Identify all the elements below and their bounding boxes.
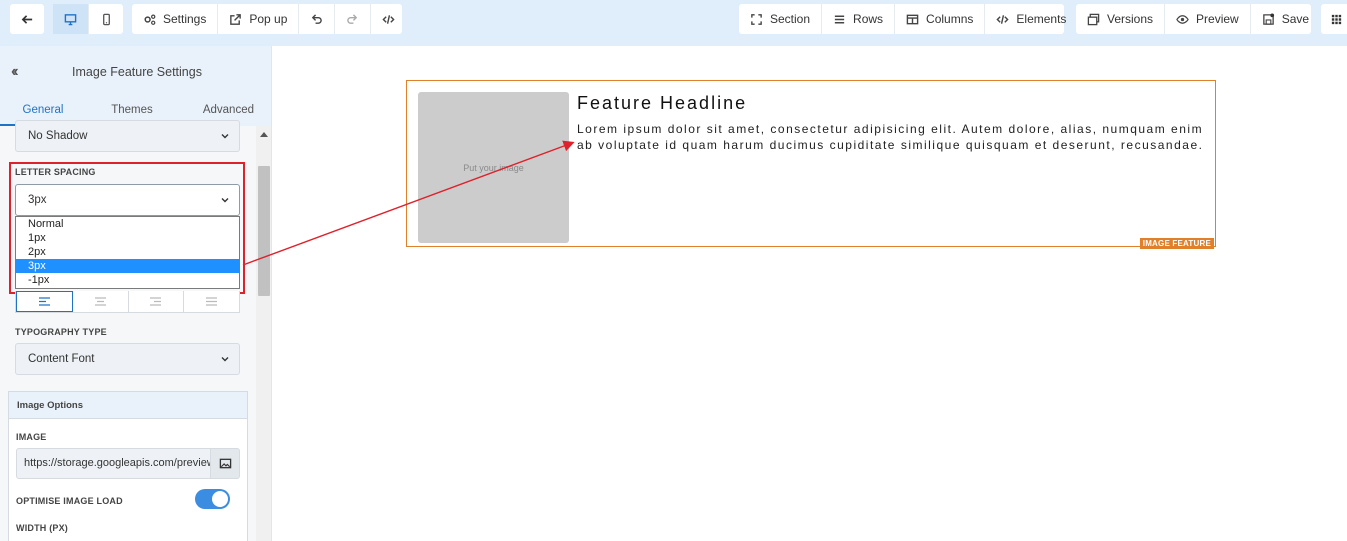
columns-button[interactable]: Columns bbox=[895, 4, 986, 34]
align-justify-icon bbox=[206, 297, 218, 306]
optimise-image-toggle[interactable] bbox=[195, 489, 230, 509]
panel-scrollbar[interactable] bbox=[256, 126, 271, 541]
redo-icon bbox=[347, 13, 358, 24]
code-icon bbox=[996, 14, 1009, 24]
code-button[interactable] bbox=[371, 4, 406, 34]
element-type-tag: IMAGE FEATURE bbox=[1139, 238, 1214, 249]
popup-button[interactable]: Pop up bbox=[218, 4, 300, 34]
back-group bbox=[10, 4, 44, 34]
chevron-down-icon bbox=[221, 134, 229, 139]
letter-spacing-highlight bbox=[9, 162, 245, 294]
back-button[interactable] bbox=[10, 4, 44, 34]
align-right-button[interactable] bbox=[129, 291, 185, 312]
image-placeholder[interactable]: Put your image bbox=[418, 92, 569, 243]
columns-icon bbox=[906, 14, 919, 24]
image-icon bbox=[219, 458, 231, 469]
device-group bbox=[53, 4, 123, 34]
save-icon bbox=[1262, 12, 1274, 25]
phone-icon bbox=[102, 13, 110, 25]
undo-button[interactable] bbox=[299, 4, 336, 34]
gears-icon bbox=[144, 14, 156, 25]
save-button[interactable]: Save bbox=[1251, 4, 1320, 34]
external-link-icon bbox=[230, 13, 242, 25]
apps-button[interactable] bbox=[1321, 4, 1347, 34]
settings-label: Settings bbox=[163, 12, 207, 26]
align-center-icon bbox=[94, 297, 106, 306]
image-label: IMAGE bbox=[16, 432, 47, 442]
typography-type-value: Content Font bbox=[28, 353, 95, 365]
settings-button[interactable]: Settings bbox=[132, 4, 219, 34]
align-left-icon bbox=[38, 297, 50, 306]
apps-group bbox=[1321, 4, 1347, 34]
chevron-down-icon bbox=[221, 357, 229, 362]
arrow-left-icon bbox=[21, 14, 32, 24]
rows-label: Rows bbox=[853, 12, 884, 26]
versions-icon bbox=[1087, 13, 1100, 25]
expand-icon bbox=[751, 13, 762, 25]
versions-button[interactable]: Versions bbox=[1076, 4, 1166, 34]
width-label: WIDTH (PX) bbox=[16, 523, 68, 533]
typography-type-label: TYPOGRAPHY TYPE bbox=[15, 327, 107, 337]
image-url-input[interactable]: https://storage.googleapis.com/preview bbox=[16, 448, 211, 479]
shadow-select-value: No Shadow bbox=[28, 130, 88, 142]
image-picker-button[interactable] bbox=[211, 448, 240, 479]
typography-type-select[interactable]: Content Font bbox=[15, 343, 240, 375]
top-toolbar: Settings Pop up Section Rows Columns Ele… bbox=[0, 0, 1347, 46]
text-align-group bbox=[15, 291, 240, 313]
preview-button[interactable]: Preview bbox=[1165, 4, 1251, 34]
align-justify-button[interactable] bbox=[184, 291, 239, 312]
feature-body-text[interactable]: Lorem ipsum dolor sit amet, consectetur … bbox=[577, 122, 1209, 153]
scroll-up-arrow-icon[interactable] bbox=[260, 132, 268, 137]
versions-label: Versions bbox=[1107, 12, 1154, 26]
align-center-button[interactable] bbox=[73, 291, 129, 312]
eye-icon bbox=[1176, 14, 1189, 24]
panel-header: ‹‹ Image Feature Settings bbox=[0, 46, 271, 98]
image-options-card: Image Options IMAGE https://storage.goog… bbox=[8, 391, 248, 541]
save-label: Save bbox=[1281, 12, 1310, 26]
desktop-view-button[interactable] bbox=[53, 4, 89, 34]
panel-title: Image Feature Settings bbox=[72, 65, 202, 79]
preview-label: Preview bbox=[1196, 12, 1239, 26]
popup-label: Pop up bbox=[249, 12, 288, 26]
elements-label: Elements bbox=[1016, 12, 1067, 26]
code-icon bbox=[382, 14, 395, 24]
tools-group: Settings Pop up bbox=[132, 4, 402, 34]
image-placeholder-text: Put your image bbox=[463, 162, 524, 173]
align-left-button[interactable] bbox=[16, 291, 73, 312]
image-options-title: Image Options bbox=[9, 392, 247, 419]
structure-group: Section Rows Columns Elements bbox=[739, 4, 1066, 34]
section-button[interactable]: Section bbox=[739, 4, 823, 34]
image-feature-block[interactable]: Put your image Feature Headline Lorem ip… bbox=[406, 80, 1216, 249]
publish-group: Versions Preview Save bbox=[1076, 4, 1311, 34]
redo-button[interactable] bbox=[335, 4, 372, 34]
mobile-view-button[interactable] bbox=[89, 4, 123, 34]
monitor-icon bbox=[64, 13, 77, 25]
section-label: Section bbox=[770, 12, 811, 26]
scroll-thumb[interactable] bbox=[258, 166, 270, 296]
columns-label: Columns bbox=[926, 12, 974, 26]
settings-panel: ‹‹ Image Feature Settings General Themes… bbox=[0, 46, 272, 541]
collapse-panel-icon[interactable]: ‹‹ bbox=[11, 63, 18, 81]
shadow-select[interactable]: No Shadow bbox=[15, 120, 240, 152]
menu-lines-icon bbox=[834, 15, 845, 23]
rows-button[interactable]: Rows bbox=[822, 4, 896, 34]
feature-headline[interactable]: Feature Headline bbox=[577, 93, 747, 114]
elements-button[interactable]: Elements bbox=[985, 4, 1077, 34]
align-right-icon bbox=[150, 297, 162, 306]
undo-icon bbox=[312, 13, 323, 24]
optimise-image-label: OPTIMISE IMAGE LOAD bbox=[16, 496, 123, 506]
grid-icon bbox=[1331, 14, 1341, 24]
toggle-knob bbox=[212, 491, 228, 507]
